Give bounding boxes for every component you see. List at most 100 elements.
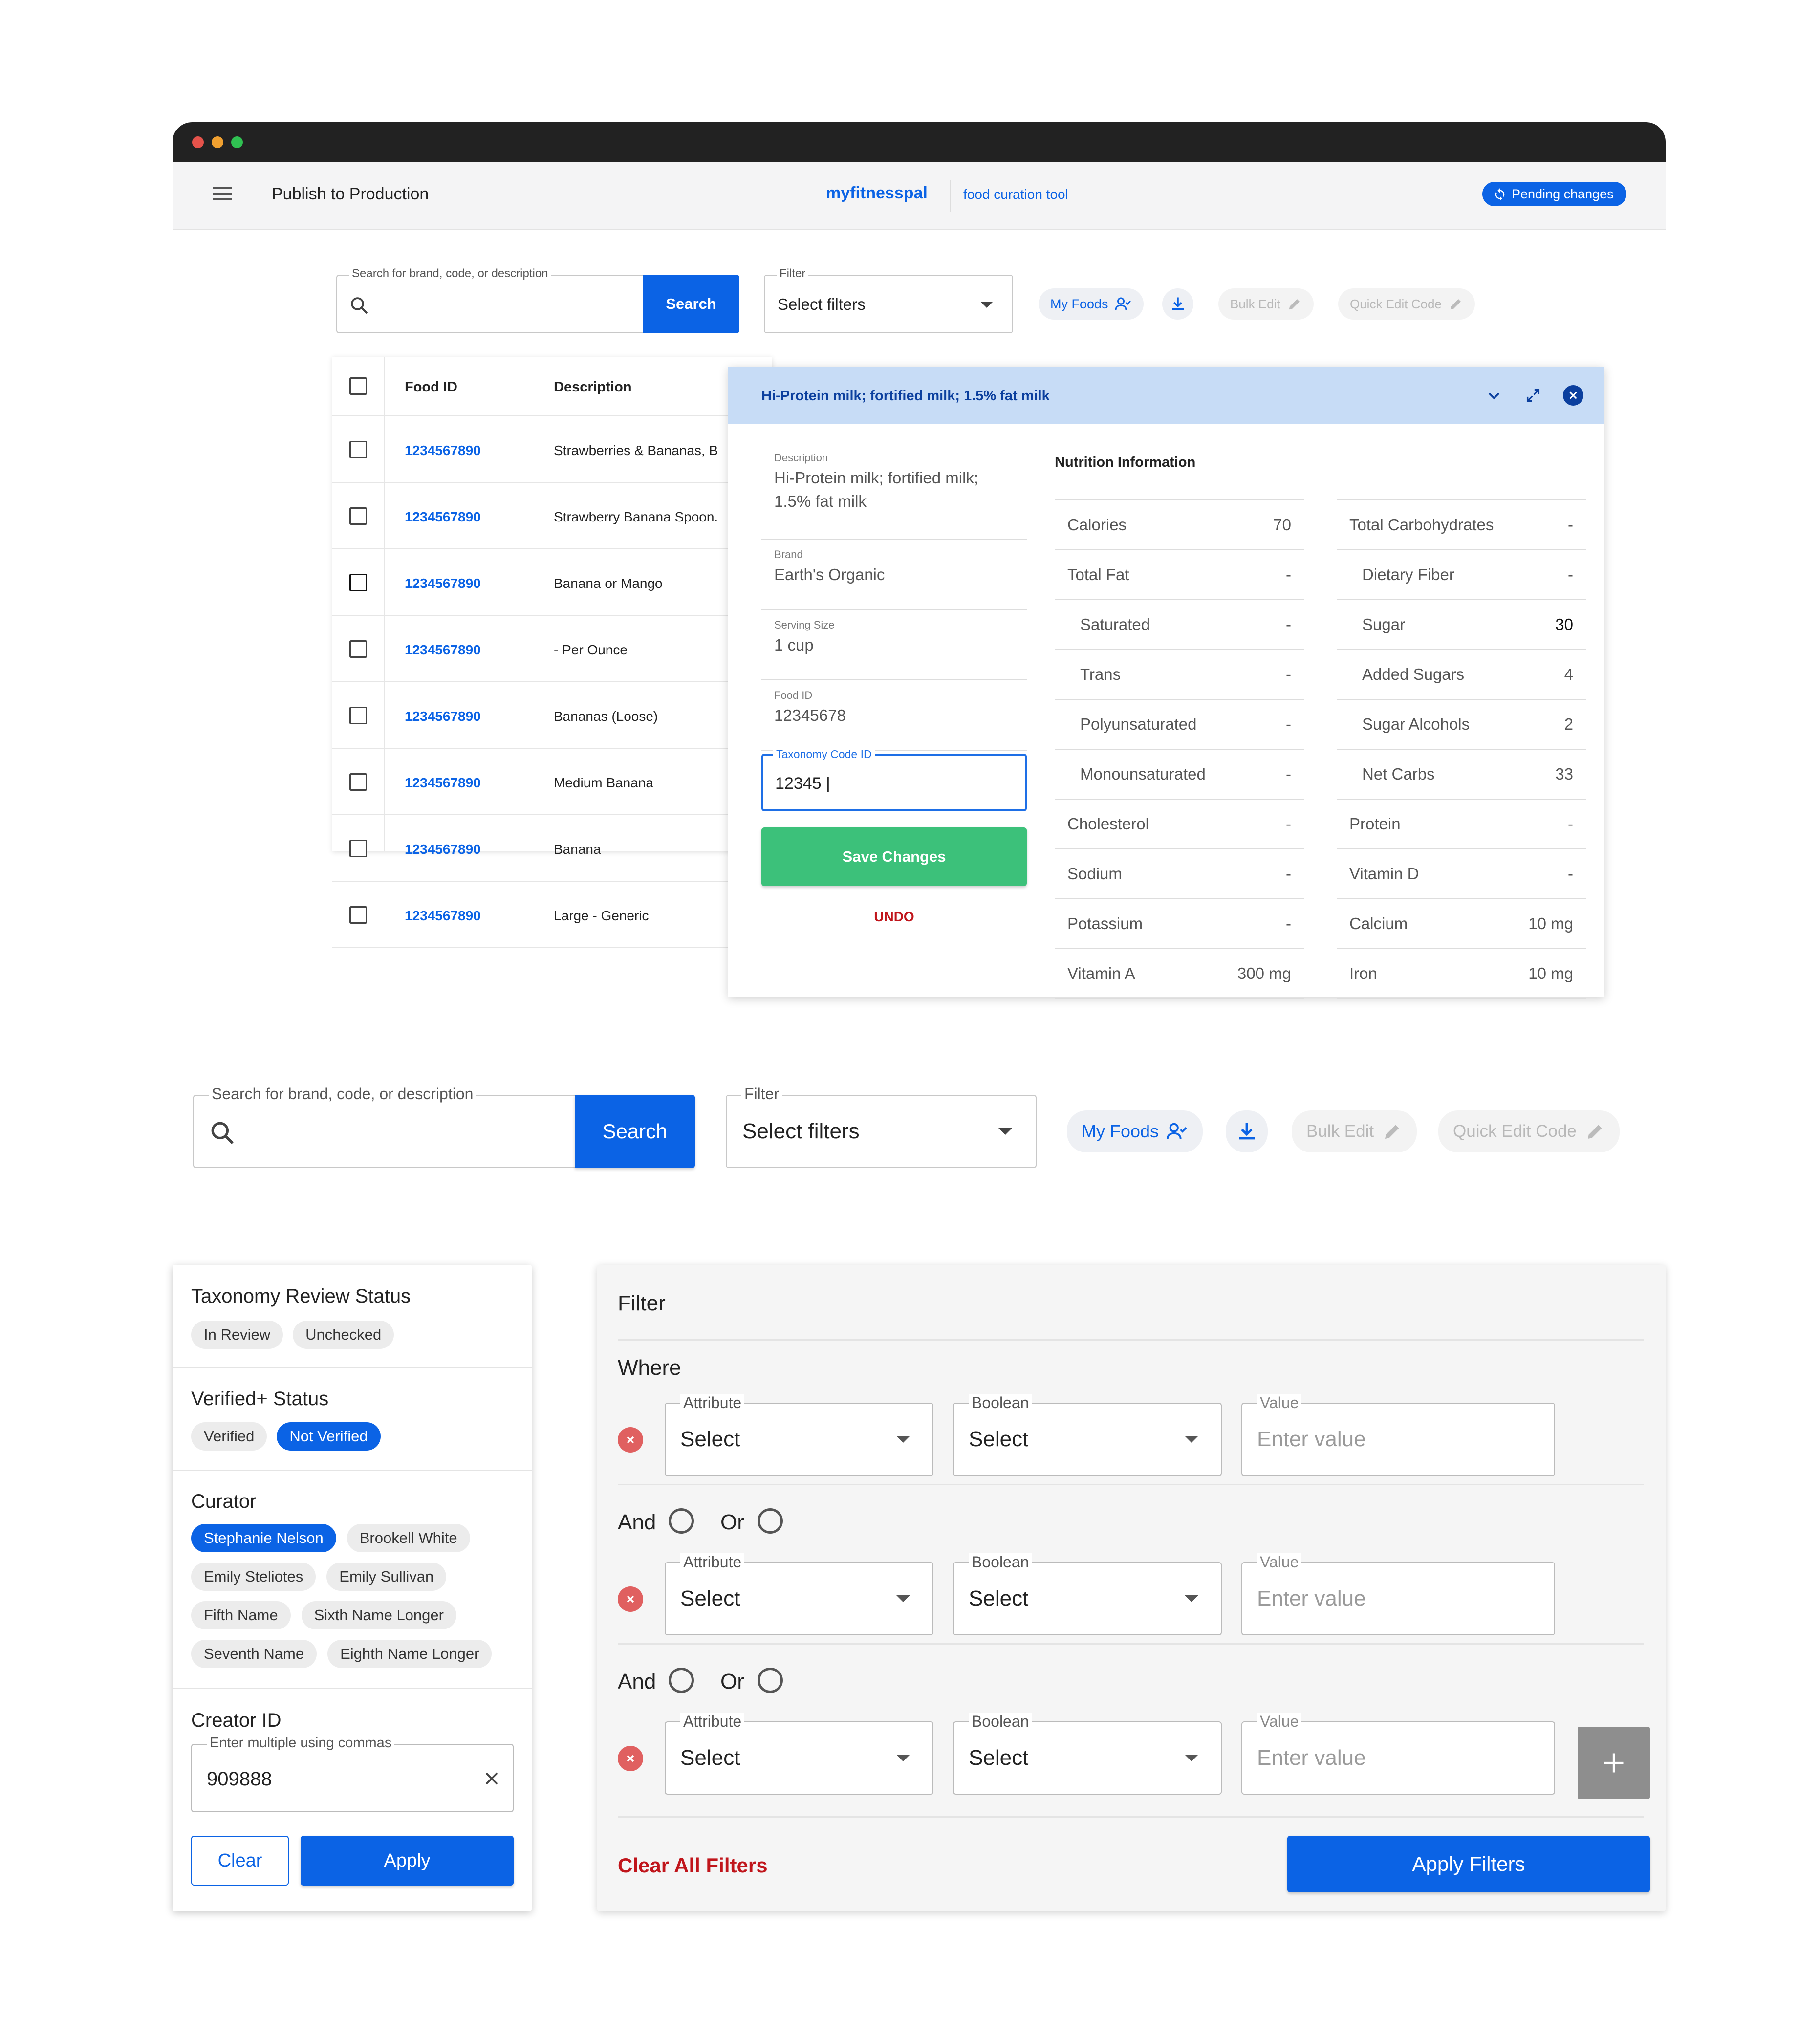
- search-button[interactable]: Search: [643, 275, 739, 333]
- attribute-select[interactable]: Attribute Select: [665, 1713, 933, 1795]
- chip-curator[interactable]: Stephanie Nelson: [191, 1524, 336, 1552]
- table-row[interactable]: 1234567890 Banana or Mango: [332, 549, 772, 616]
- table-row[interactable]: 1234567890 Strawberry Banana Spoon.: [332, 483, 772, 549]
- hamburger-menu-icon[interactable]: [213, 184, 232, 203]
- food-id-link[interactable]: 1234567890: [405, 509, 481, 525]
- row-checkbox[interactable]: [349, 840, 367, 857]
- my-foods-button-large[interactable]: My Foods: [1067, 1110, 1203, 1152]
- maximize-window-dot[interactable]: [231, 136, 243, 148]
- pending-changes-button[interactable]: Pending changes: [1482, 182, 1626, 206]
- clear-button[interactable]: Clear: [191, 1836, 289, 1886]
- chip-verified[interactable]: Verified: [191, 1422, 267, 1451]
- quick-edit-code-button[interactable]: Quick Edit Code: [1338, 288, 1475, 320]
- food-id-link[interactable]: 1234567890: [405, 576, 481, 591]
- download-button-large[interactable]: [1226, 1110, 1268, 1152]
- bulk-edit-button[interactable]: Bulk Edit: [1218, 288, 1314, 320]
- food-id-link[interactable]: 1234567890: [405, 775, 481, 791]
- close-panel-icon[interactable]: [1563, 385, 1583, 406]
- chip-not-verified[interactable]: Not Verified: [277, 1422, 381, 1451]
- app-header: Publish to Production myfitnesspal food …: [173, 162, 1666, 230]
- close-window-dot[interactable]: [192, 136, 204, 148]
- undo-button[interactable]: UNDO: [761, 909, 1027, 925]
- boolean-select[interactable]: Boolean Select: [953, 1394, 1222, 1476]
- attribute-select[interactable]: Attribute Select: [665, 1394, 933, 1476]
- row-checkbox[interactable]: [349, 640, 367, 658]
- quick-edit-button-large[interactable]: Quick Edit Code: [1438, 1110, 1620, 1152]
- row-checkbox[interactable]: [349, 574, 367, 591]
- bulk-edit-label: Bulk Edit: [1230, 296, 1280, 311]
- clear-all-filters-button[interactable]: Clear All Filters: [618, 1854, 768, 1877]
- taxonomy-value: 12345 |: [775, 774, 830, 793]
- attribute-label: Attribute: [680, 1553, 745, 1571]
- remove-filter-icon[interactable]: [618, 1586, 643, 1612]
- row-checkbox[interactable]: [349, 906, 367, 924]
- apply-button[interactable]: Apply: [301, 1836, 514, 1886]
- save-changes-button[interactable]: Save Changes: [761, 827, 1027, 886]
- bulk-edit-button-large[interactable]: Bulk Edit: [1292, 1110, 1417, 1152]
- table-row[interactable]: 1234567890 Strawberries & Bananas, B: [332, 416, 772, 483]
- chevron-down-icon: [896, 1436, 910, 1443]
- chip-in-review[interactable]: In Review: [191, 1321, 283, 1349]
- and-radio[interactable]: [669, 1668, 694, 1693]
- search-field-large[interactable]: Search for brand, code, or description: [193, 1085, 584, 1168]
- apply-filters-button[interactable]: Apply Filters: [1287, 1836, 1650, 1892]
- search-button-large[interactable]: Search: [575, 1095, 695, 1168]
- remove-filter-icon[interactable]: [618, 1746, 643, 1771]
- download-button[interactable]: [1162, 288, 1193, 320]
- remove-filter-icon[interactable]: [618, 1427, 643, 1453]
- nutrient-value: -: [1286, 914, 1291, 933]
- food-id-link[interactable]: 1234567890: [405, 842, 481, 857]
- chip-curator[interactable]: Emily Sullivan: [326, 1563, 447, 1591]
- chip-curator[interactable]: Eighth Name Longer: [327, 1640, 492, 1668]
- filter-select-large[interactable]: Filter Select filters: [726, 1085, 1037, 1168]
- food-id-link[interactable]: 1234567890: [405, 908, 481, 924]
- taxonomy-code-input[interactable]: Taxonomy Code ID 12345 |: [761, 748, 1027, 811]
- search-field[interactable]: Search for brand, code, or description: [336, 267, 649, 333]
- row-checkbox[interactable]: [349, 507, 367, 525]
- minimize-window-dot[interactable]: [212, 136, 223, 148]
- clear-input-icon[interactable]: [482, 1769, 501, 1788]
- nutrient-name: Sugar: [1362, 615, 1406, 633]
- chip-curator[interactable]: Brookell White: [347, 1524, 470, 1552]
- quick-edit-label: Quick Edit Code: [1350, 296, 1442, 311]
- divider: [618, 1339, 1644, 1341]
- filter-select[interactable]: Filter Select filters: [764, 267, 1013, 333]
- nutrition-row: Vitamin D -: [1337, 849, 1586, 899]
- my-foods-button[interactable]: My Foods: [1039, 288, 1144, 320]
- table-row[interactable]: 1234567890 Bananas (Loose): [332, 682, 772, 749]
- value-input[interactable]: Value Enter value: [1241, 1713, 1555, 1795]
- row-checkbox[interactable]: [349, 707, 367, 724]
- search-label: Search for brand, code, or description: [349, 267, 551, 281]
- food-id-link[interactable]: 1234567890: [405, 709, 481, 724]
- collapse-chevron-icon[interactable]: [1486, 387, 1502, 404]
- chip-curator[interactable]: Sixth Name Longer: [301, 1601, 456, 1629]
- boolean-select[interactable]: Boolean Select: [953, 1553, 1222, 1635]
- chip-curator[interactable]: Seventh Name: [191, 1640, 317, 1668]
- food-id-link[interactable]: 1234567890: [405, 642, 481, 658]
- creator-id-input[interactable]: Enter multiple using commas 909888: [191, 1735, 514, 1812]
- attribute-select[interactable]: Attribute Select: [665, 1553, 933, 1635]
- or-radio[interactable]: [758, 1508, 783, 1534]
- value-input[interactable]: Value Enter value: [1241, 1553, 1555, 1635]
- boolean-select[interactable]: Boolean Select: [953, 1713, 1222, 1795]
- value-placeholder: Enter value: [1257, 1746, 1366, 1770]
- and-radio[interactable]: [669, 1508, 694, 1534]
- chip-unchecked[interactable]: Unchecked: [293, 1321, 394, 1349]
- taxonomy-title: Taxonomy Review Status: [191, 1285, 411, 1307]
- nutrient-name: Trans: [1080, 665, 1121, 683]
- food-id-link[interactable]: 1234567890: [405, 443, 481, 458]
- row-checkbox[interactable]: [349, 773, 367, 791]
- row-checkbox[interactable]: [349, 441, 367, 458]
- select-all-checkbox[interactable]: [349, 377, 367, 395]
- chip-curator[interactable]: Emily Steliotes: [191, 1563, 316, 1591]
- expand-icon[interactable]: [1525, 387, 1541, 404]
- table-row[interactable]: 1234567890 Medium Banana: [332, 749, 772, 815]
- chip-curator[interactable]: Fifth Name: [191, 1601, 291, 1629]
- table-row[interactable]: 1234567890 - Per Ounce: [332, 616, 772, 682]
- bulk-edit-label-large: Bulk Edit: [1306, 1122, 1374, 1141]
- or-radio[interactable]: [758, 1668, 783, 1693]
- table-row[interactable]: 1234567890 Large - Generic: [332, 882, 772, 948]
- value-input[interactable]: Value Enter value: [1241, 1394, 1555, 1476]
- table-row[interactable]: 1234567890 Banana: [332, 815, 772, 882]
- add-filter-button[interactable]: [1578, 1727, 1650, 1799]
